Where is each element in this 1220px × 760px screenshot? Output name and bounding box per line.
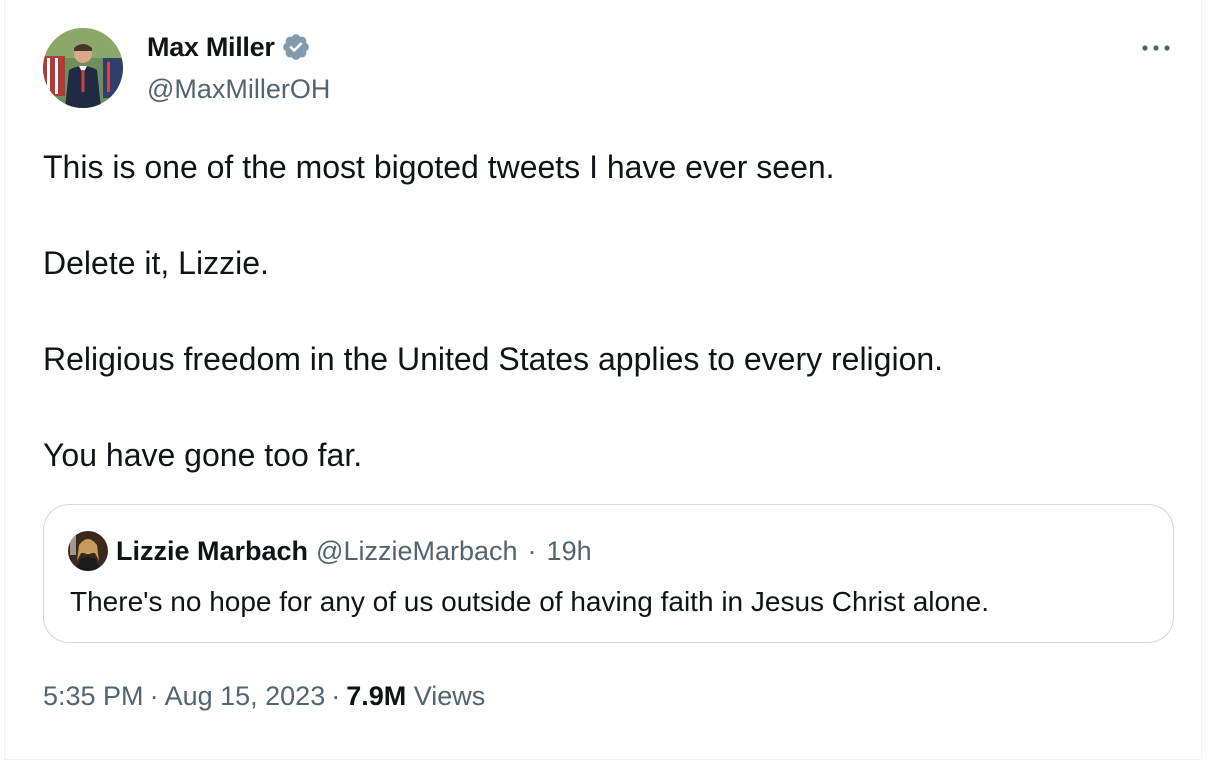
quoted-author-avatar	[68, 531, 108, 571]
tweet-time[interactable]: 5:35 PM	[43, 681, 144, 711]
quoted-separator: ·	[527, 536, 537, 566]
more-options-icon[interactable]	[1133, 34, 1179, 62]
tweet-paragraph: Religious freedom in the United States a…	[43, 341, 944, 377]
views-label: Views	[413, 681, 486, 711]
tweet-meta: 5:35 PM · Aug 15, 2023 · 7.9M Views	[43, 677, 485, 715]
author-handle[interactable]: @MaxMillerOH	[147, 72, 330, 106]
meta-separator: ·	[331, 681, 341, 711]
tweet-date[interactable]: Aug 15, 2023	[165, 681, 326, 711]
author-name[interactable]: Max Miller	[147, 30, 275, 64]
quoted-timestamp: 19h	[546, 536, 592, 566]
quoted-author-name: Lizzie Marbach	[116, 536, 309, 566]
tweet-card: Max Miller @MaxMillerOH This is one of t…	[4, 0, 1202, 760]
meta-separator: ·	[149, 681, 159, 711]
tweet-text: This is one of the most bigoted tweets I…	[43, 147, 1173, 531]
tweet-paragraph: Delete it, Lizzie.	[43, 245, 269, 281]
tweet-paragraph: You have gone too far.	[43, 437, 363, 473]
quoted-tweet-text: There's no hope for any of us outside of…	[70, 586, 989, 617]
tweet-paragraph: This is one of the most bigoted tweets I…	[43, 149, 835, 185]
quoted-author-handle: @LizzieMarbach	[316, 536, 518, 566]
views-count[interactable]: 7.9M	[346, 681, 406, 711]
author-avatar[interactable]	[43, 28, 123, 108]
quoted-tweet[interactable]: Lizzie Marbach @LizzieMarbach · 19h Ther…	[43, 504, 1174, 643]
verified-badge-icon	[281, 32, 311, 62]
